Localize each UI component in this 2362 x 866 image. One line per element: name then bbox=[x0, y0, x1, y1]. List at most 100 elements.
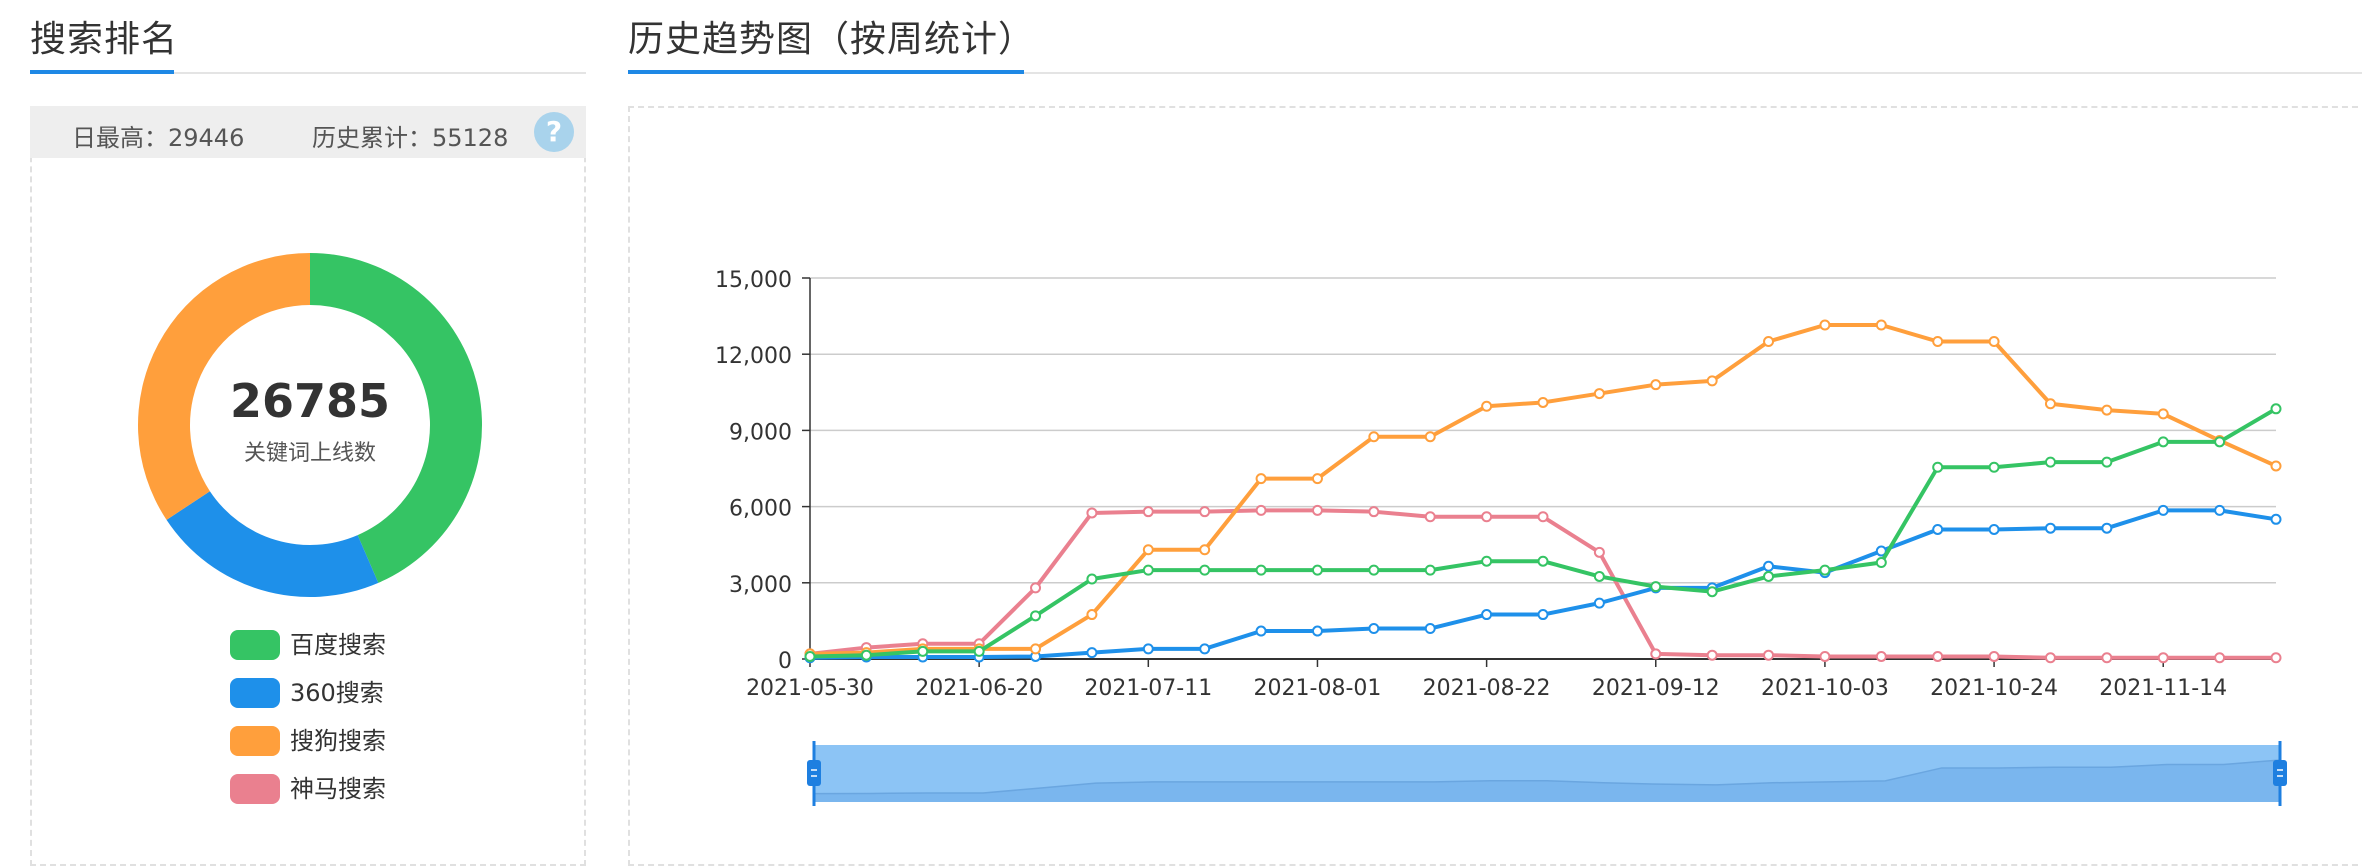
data-point[interactable] bbox=[1932, 650, 1944, 662]
data-point[interactable] bbox=[1311, 625, 1323, 637]
data-point[interactable] bbox=[2270, 652, 2282, 664]
data-point[interactable] bbox=[1593, 570, 1605, 582]
data-point[interactable] bbox=[2101, 404, 2113, 416]
data-zoom-slider[interactable] bbox=[807, 741, 2287, 806]
data-point[interactable] bbox=[1706, 649, 1718, 661]
data-point[interactable] bbox=[1142, 564, 1154, 576]
data-point[interactable] bbox=[1650, 379, 1662, 391]
data-point[interactable] bbox=[1763, 560, 1775, 572]
data-point[interactable] bbox=[1988, 461, 2000, 473]
data-point[interactable] bbox=[1086, 609, 1098, 621]
data-point[interactable] bbox=[1988, 336, 2000, 347]
data-point[interactable] bbox=[1424, 564, 1436, 576]
data-point[interactable] bbox=[1763, 570, 1775, 582]
data-point[interactable] bbox=[1424, 431, 1436, 443]
data-point[interactable] bbox=[2270, 403, 2282, 415]
data-point[interactable] bbox=[2101, 652, 2113, 664]
data-point[interactable] bbox=[1988, 523, 2000, 535]
data-point[interactable] bbox=[2044, 398, 2056, 410]
data-point[interactable] bbox=[1199, 643, 1211, 655]
data-point[interactable] bbox=[1706, 375, 1718, 387]
data-point[interactable] bbox=[1142, 544, 1154, 556]
data-point[interactable] bbox=[2214, 436, 2226, 448]
data-point[interactable] bbox=[1875, 319, 1887, 331]
data-point[interactable] bbox=[1086, 647, 1098, 659]
data-point[interactable] bbox=[1988, 650, 2000, 662]
data-point[interactable] bbox=[1142, 643, 1154, 655]
data-point[interactable] bbox=[1593, 546, 1605, 558]
data-point[interactable] bbox=[1819, 564, 1831, 576]
data-point[interactable] bbox=[2214, 504, 2226, 516]
data-point[interactable] bbox=[2214, 652, 2226, 664]
data-point[interactable] bbox=[1537, 511, 1549, 523]
data-point[interactable] bbox=[2157, 408, 2169, 420]
data-point[interactable] bbox=[1255, 564, 1267, 576]
data-point[interactable] bbox=[1086, 573, 1098, 585]
data-point[interactable] bbox=[1030, 582, 1042, 594]
data-point[interactable] bbox=[1763, 336, 1775, 347]
data-point[interactable] bbox=[1199, 564, 1211, 576]
data-point[interactable] bbox=[1537, 555, 1549, 567]
data-point[interactable] bbox=[1932, 523, 1944, 535]
data-point[interactable] bbox=[1086, 507, 1098, 519]
data-point[interactable] bbox=[1875, 556, 1887, 568]
data-point[interactable] bbox=[1763, 649, 1775, 661]
data-point[interactable] bbox=[1932, 336, 1944, 347]
zoom-handle-right[interactable] bbox=[2273, 760, 2287, 786]
data-point[interactable] bbox=[1481, 400, 1493, 412]
data-point[interactable] bbox=[1481, 511, 1493, 523]
y-tick-label: 6,000 bbox=[729, 497, 792, 522]
data-point[interactable] bbox=[1706, 586, 1718, 598]
data-point[interactable] bbox=[1368, 564, 1380, 576]
data-point[interactable] bbox=[2157, 504, 2169, 516]
data-point[interactable] bbox=[860, 649, 872, 661]
x-tick-label: 2021-11-14 bbox=[2099, 676, 2227, 701]
data-point[interactable] bbox=[2044, 652, 2056, 664]
data-point[interactable] bbox=[1368, 431, 1380, 443]
data-point[interactable] bbox=[917, 645, 929, 657]
zoom-handle-left[interactable] bbox=[807, 760, 821, 786]
data-point[interactable] bbox=[1932, 461, 1944, 473]
data-point[interactable] bbox=[1255, 504, 1267, 516]
data-point[interactable] bbox=[973, 645, 985, 657]
y-tick-label: 12,000 bbox=[715, 344, 792, 369]
data-point[interactable] bbox=[2157, 652, 2169, 664]
data-point[interactable] bbox=[1311, 564, 1323, 576]
data-point[interactable] bbox=[1593, 388, 1605, 400]
data-point[interactable] bbox=[2044, 522, 2056, 534]
data-point[interactable] bbox=[1030, 610, 1042, 622]
data-point[interactable] bbox=[1199, 506, 1211, 518]
data-point[interactable] bbox=[1593, 597, 1605, 609]
data-point[interactable] bbox=[1368, 506, 1380, 518]
data-point[interactable] bbox=[1537, 609, 1549, 621]
y-tick-label: 15,000 bbox=[715, 268, 792, 293]
data-point[interactable] bbox=[2044, 456, 2056, 468]
data-point[interactable] bbox=[1650, 581, 1662, 593]
data-point[interactable] bbox=[1142, 506, 1154, 518]
data-point[interactable] bbox=[2157, 436, 2169, 448]
data-point[interactable] bbox=[1255, 473, 1267, 485]
data-point[interactable] bbox=[1424, 511, 1436, 523]
y-tick-label: 3,000 bbox=[729, 573, 792, 598]
data-point[interactable] bbox=[1819, 650, 1831, 662]
data-point[interactable] bbox=[2101, 456, 2113, 468]
data-point[interactable] bbox=[2101, 522, 2113, 534]
data-point[interactable] bbox=[1424, 623, 1436, 635]
data-point[interactable] bbox=[2270, 460, 2282, 472]
data-point[interactable] bbox=[1311, 504, 1323, 516]
data-point[interactable] bbox=[1199, 544, 1211, 556]
data-point[interactable] bbox=[1481, 609, 1493, 621]
data-point[interactable] bbox=[1875, 650, 1887, 662]
data-point[interactable] bbox=[1481, 555, 1493, 567]
data-point[interactable] bbox=[1368, 623, 1380, 635]
x-tick-label: 2021-07-11 bbox=[1084, 676, 1212, 701]
data-point[interactable] bbox=[804, 650, 816, 662]
data-point[interactable] bbox=[1255, 625, 1267, 637]
data-point[interactable] bbox=[1650, 648, 1662, 660]
data-point[interactable] bbox=[1030, 643, 1042, 655]
data-point[interactable] bbox=[1819, 319, 1831, 331]
data-point[interactable] bbox=[1311, 473, 1323, 485]
data-point[interactable] bbox=[2270, 513, 2282, 525]
data-point[interactable] bbox=[1537, 396, 1549, 408]
x-tick-label: 2021-10-03 bbox=[1761, 676, 1889, 701]
